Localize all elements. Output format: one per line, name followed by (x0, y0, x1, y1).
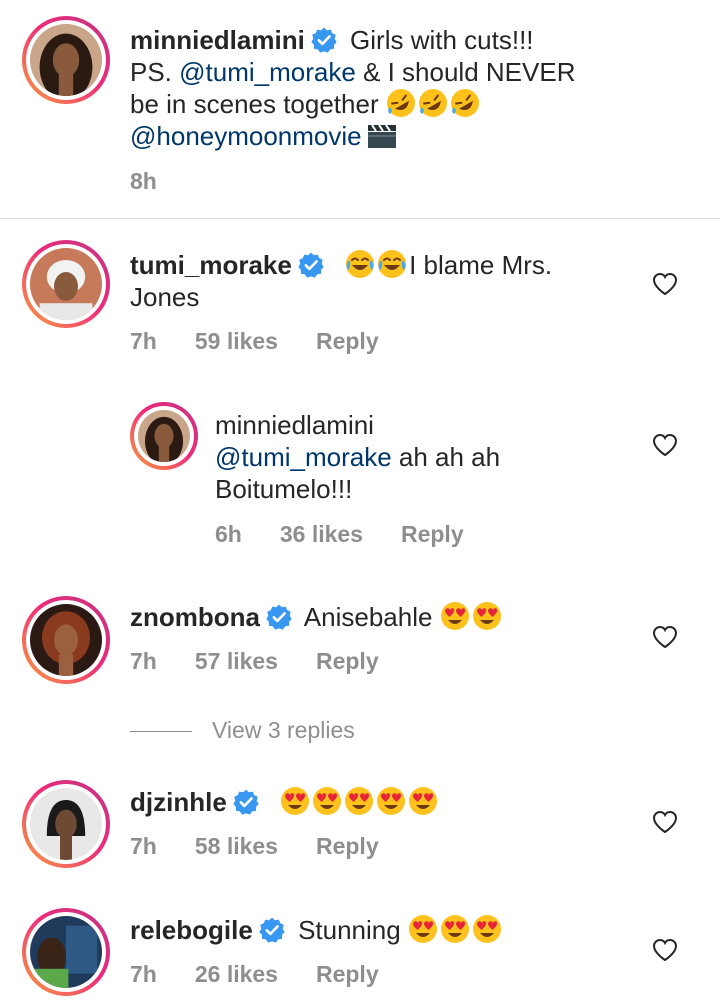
comment-username[interactable]: tumi_morake (130, 250, 292, 280)
comment-meta: 7h 26 likes Reply (130, 961, 417, 988)
reply-username[interactable]: minniedlamini (215, 410, 374, 440)
likes-count[interactable]: 59 likes (195, 328, 278, 354)
reply-button[interactable]: Reply (401, 521, 464, 547)
profile-photo (30, 604, 102, 676)
verified-badge-icon (298, 252, 324, 278)
reply-button[interactable]: Reply (316, 961, 379, 987)
view-replies-line (130, 731, 192, 733)
timestamp: 7h (130, 328, 157, 354)
caption-username[interactable]: minniedlamini (130, 25, 305, 55)
likes-count[interactable]: 58 likes (195, 833, 278, 859)
avatar[interactable] (22, 780, 110, 868)
profile-photo (30, 248, 102, 320)
joy-emoji (345, 249, 375, 279)
comment-meta: 7h 57 likes Reply (130, 648, 417, 675)
timestamp: 7h (130, 961, 157, 987)
heart-icon[interactable] (652, 272, 678, 296)
heart-icon[interactable] (652, 433, 678, 457)
heart-icon[interactable] (652, 810, 678, 834)
comment-body: Stunning (298, 915, 401, 945)
comment-text: relebogile Stunning (130, 914, 650, 946)
heart-eyes-emoji (280, 786, 310, 816)
heart-eyes-emoji (440, 914, 470, 944)
verified-badge-icon (259, 917, 285, 943)
reply-button[interactable]: Reply (316, 328, 379, 354)
heart-icon[interactable] (652, 938, 678, 962)
mention-link[interactable]: @honeymoonmovie (130, 121, 362, 151)
avatar[interactable] (22, 908, 110, 996)
comment-meta: 7h 59 likes Reply (130, 328, 417, 355)
comment-body: I blame Mrs. (409, 250, 553, 280)
caption-text: minniedlamini Girls with cuts!!! PS. @tu… (130, 24, 690, 152)
comment-text: znombona Anisebahle (130, 601, 650, 633)
likes-count[interactable]: 36 likes (280, 521, 363, 547)
verified-badge-icon (266, 604, 292, 630)
clapper-board-emoji (366, 122, 398, 150)
caption-meta: 8h (130, 168, 195, 195)
heart-eyes-emoji (344, 786, 374, 816)
divider (0, 218, 720, 219)
caption-line3: be in scenes together (130, 89, 379, 119)
comment-username[interactable]: znombona (130, 602, 260, 632)
mention-link[interactable]: @tumi_morake (215, 442, 392, 472)
heart-eyes-emoji (472, 601, 502, 631)
timestamp: 7h (130, 833, 157, 859)
reply-body-cont: Boitumelo!!! (215, 474, 353, 504)
comment-text: djzinhle (130, 786, 650, 818)
profile-photo (30, 916, 102, 988)
avatar[interactable] (22, 596, 110, 684)
heart-eyes-emoji (312, 786, 342, 816)
likes-count[interactable]: 57 likes (195, 648, 278, 674)
reply-button[interactable]: Reply (316, 648, 379, 674)
rofl-emoji (450, 88, 480, 118)
likes-count[interactable]: 26 likes (195, 961, 278, 987)
comment-username[interactable]: djzinhle (130, 787, 227, 817)
avatar[interactable] (130, 402, 198, 470)
comment-meta: 7h 58 likes Reply (130, 833, 417, 860)
reply-text: minniedlamini @tumi_morake ah ah ah Boit… (215, 409, 645, 505)
heart-eyes-emoji (440, 601, 470, 631)
rofl-emoji (418, 88, 448, 118)
reply-meta: 6h 36 likes Reply (215, 521, 502, 548)
verified-badge-icon (311, 27, 337, 53)
comment-text: tumi_morake I blame Mrs. Jones (130, 249, 650, 313)
comment-username[interactable]: relebogile (130, 915, 253, 945)
avatar[interactable] (22, 16, 110, 104)
profile-photo (138, 410, 190, 462)
verified-badge-icon (233, 789, 259, 815)
heart-eyes-emoji (408, 786, 438, 816)
caption-line1: Girls with cuts!!! (350, 25, 534, 55)
reply-button[interactable]: Reply (316, 833, 379, 859)
heart-icon[interactable] (652, 625, 678, 649)
timestamp: 6h (215, 521, 242, 547)
view-replies-button[interactable]: View 3 replies (130, 717, 355, 744)
profile-photo (30, 24, 102, 96)
caption-line2-prefix: PS. (130, 57, 180, 87)
heart-eyes-emoji (376, 786, 406, 816)
reply-body: ah ah ah (391, 442, 501, 472)
profile-photo (30, 788, 102, 860)
timestamp: 8h (130, 168, 157, 194)
comment-body-cont: Jones (130, 282, 200, 312)
view-replies-label: View 3 replies (212, 717, 355, 743)
caption-line2-suffix: & I should NEVER (355, 57, 576, 87)
rofl-emoji (386, 88, 416, 118)
avatar[interactable] (22, 240, 110, 328)
heart-eyes-emoji (408, 914, 438, 944)
heart-eyes-emoji (472, 914, 502, 944)
mention-link[interactable]: @tumi_morake (179, 57, 356, 87)
comment-body: Anisebahle (303, 602, 433, 632)
joy-emoji (377, 249, 407, 279)
timestamp: 7h (130, 648, 157, 674)
